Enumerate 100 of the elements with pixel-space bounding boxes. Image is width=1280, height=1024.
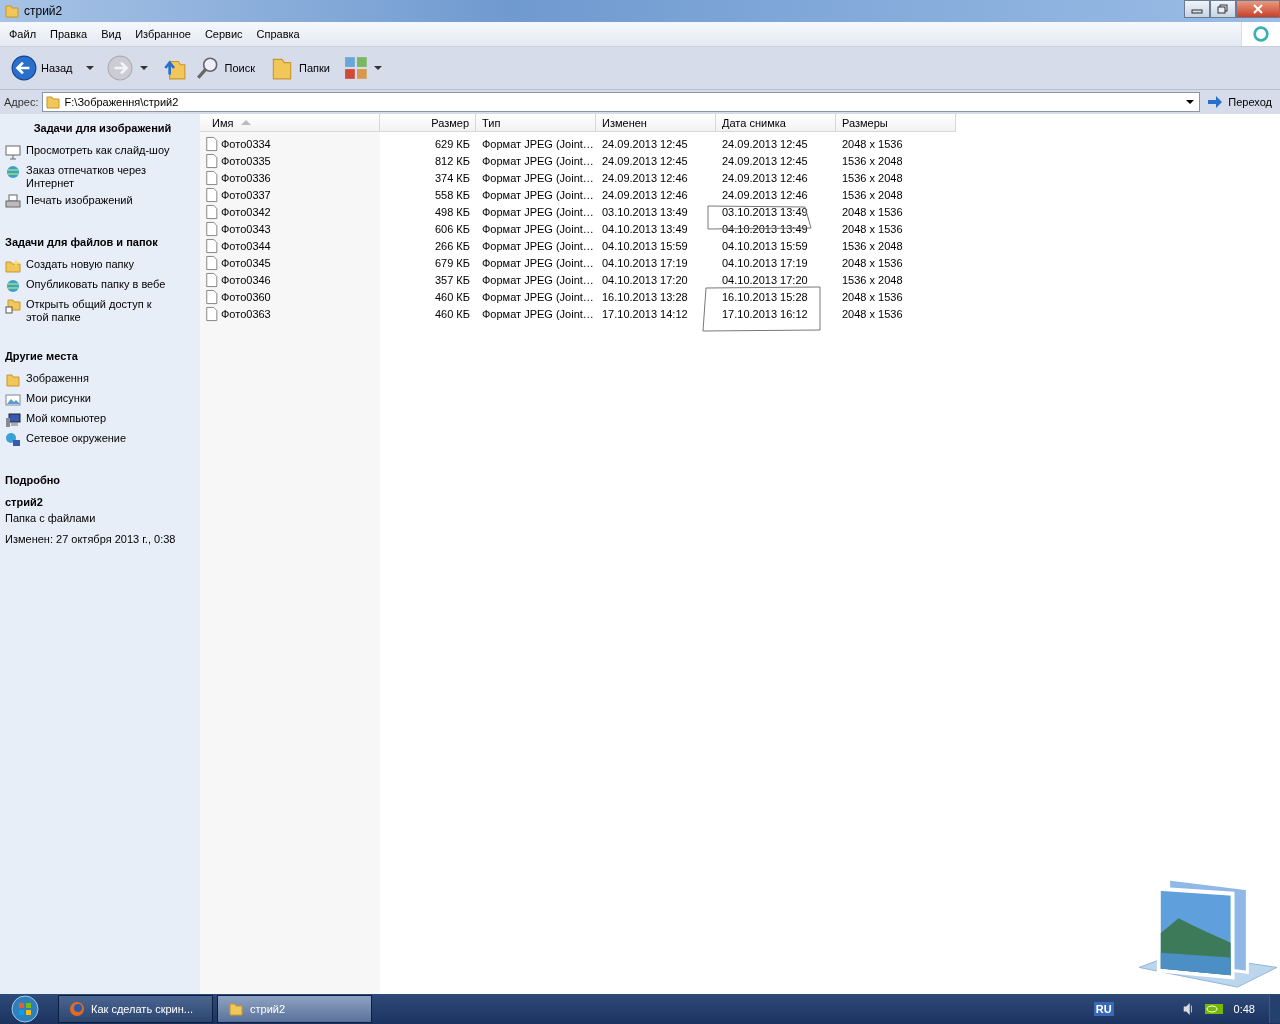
- table-cell-text: 17.10.2013 14:12: [601, 307, 689, 320]
- table-cell-text: 24.09.2013 12:45: [721, 137, 809, 150]
- section-title: Задачи для файлов и папок: [5, 236, 159, 248]
- folder-name: стрий2: [5, 496, 44, 508]
- task-link[interactable]: Заказ отпечатков через Интернет: [26, 164, 176, 190]
- file-icon: [205, 271, 219, 288]
- table-cell-text: 24.09.2013 12:46: [721, 188, 809, 201]
- file-name[interactable]: Фото0363: [221, 307, 271, 320]
- file-name[interactable]: Фото0342: [221, 205, 271, 218]
- column-header[interactable]: Дата снимка: [716, 114, 836, 132]
- table-cell-text: 2048 x 1536: [841, 290, 904, 303]
- new-folder-icon: [5, 258, 21, 274]
- task-link[interactable]: Печать изображений: [26, 194, 133, 207]
- file-name[interactable]: Фото0345: [221, 256, 271, 269]
- language-indicator[interactable]: RU: [1093, 1002, 1114, 1016]
- file-name[interactable]: Фото0346: [221, 273, 271, 286]
- search-button[interactable]: Поиск: [191, 53, 264, 83]
- globe-icon: [5, 164, 21, 180]
- table-cell-text: 374 КБ: [433, 171, 471, 184]
- file-icon: [205, 186, 219, 203]
- folders-button[interactable]: Папки: [266, 53, 339, 83]
- table-cell-text: 04.10.2013 17:20: [601, 273, 689, 286]
- caret-icon[interactable]: [85, 64, 94, 72]
- caret-icon[interactable]: [139, 64, 148, 72]
- file-icon: [205, 169, 219, 186]
- section-title: Задачи для изображений: [33, 122, 172, 134]
- table-cell-text: 679 КБ: [433, 256, 471, 269]
- task-link[interactable]: Создать новую папку: [26, 258, 134, 271]
- task-link[interactable]: Открыть общий доступ к этой папке: [26, 298, 176, 324]
- file-icon: [205, 288, 219, 305]
- table-cell-text: 460 КБ: [433, 290, 471, 303]
- window-title: стрий2: [24, 4, 63, 18]
- clock[interactable]: 0:48: [1233, 1003, 1255, 1015]
- file-name[interactable]: Фото0360: [221, 290, 271, 303]
- table-cell-text: 24.09.2013 12:46: [601, 171, 689, 184]
- column-header[interactable]: Размер: [380, 114, 476, 132]
- table-cell-text: 04.10.2013 15:59: [721, 239, 809, 252]
- picture-icon: [5, 392, 21, 408]
- folder-icon: [228, 1001, 244, 1017]
- table-cell-text: 04.10.2013 17:19: [601, 256, 689, 269]
- table-cell-text: Формат JPEG (Joint…: [481, 239, 595, 252]
- folder-type: Папка с файлами: [5, 512, 97, 524]
- file-name[interactable]: Фото0335: [221, 154, 271, 167]
- table-cell-text: 812 КБ: [433, 154, 471, 167]
- restore-button[interactable]: [1210, 0, 1236, 18]
- restore-icon: [1217, 4, 1229, 14]
- table-cell-text: Формат JPEG (Joint…: [481, 154, 595, 167]
- task-link[interactable]: Сетевое окружение: [26, 432, 127, 445]
- task-link[interactable]: Зображення: [26, 372, 89, 385]
- file-name[interactable]: Фото0344: [221, 239, 271, 252]
- column-header[interactable]: Изменен: [596, 114, 716, 132]
- taskbar-button[interactable]: стрий2: [217, 995, 372, 1023]
- table-cell-text: 04.10.2013 13:49: [721, 222, 809, 235]
- column-header[interactable]: Размеры: [836, 114, 956, 132]
- menu-item[interactable]: Вид: [94, 28, 129, 40]
- table-cell-text: 460 КБ: [433, 307, 471, 320]
- file-name[interactable]: Фото0334: [221, 137, 271, 150]
- printer-icon: [5, 194, 21, 210]
- task-link[interactable]: Опубликовать папку в вебе: [26, 278, 166, 291]
- folder-icon: [4, 3, 20, 19]
- file-name[interactable]: Фото0336: [221, 171, 271, 184]
- address-field[interactable]: F:\Зображення\стрий2: [41, 92, 1201, 112]
- menu-item[interactable]: Справка: [249, 28, 307, 40]
- task-link[interactable]: Просмотреть как слайд-шоу: [26, 144, 170, 157]
- column-header[interactable]: Тип: [476, 114, 596, 132]
- column-header[interactable]: Имя: [200, 114, 380, 132]
- network-icon: [5, 432, 21, 448]
- modified-date: Изменен: 27 октября 2013 г., 0:38: [5, 533, 177, 545]
- shared-folder-icon: [5, 298, 21, 314]
- folder-icon: [5, 372, 21, 388]
- task-link[interactable]: Мои рисунки: [26, 392, 91, 405]
- dropdown-caret-icon[interactable]: [1186, 98, 1195, 106]
- table-cell-text: 2048 x 1536: [841, 205, 904, 218]
- menu-item[interactable]: Избранное: [128, 28, 198, 40]
- minimize-button[interactable]: [1184, 0, 1210, 18]
- file-icon: [205, 152, 219, 169]
- address-label: Адрес:: [4, 96, 39, 108]
- table-cell-text: 24.09.2013 12:45: [601, 137, 689, 150]
- screen-icon: [5, 144, 21, 160]
- file-name[interactable]: Фото0343: [221, 222, 271, 235]
- menu-item[interactable]: Сервис: [197, 28, 250, 40]
- go-button[interactable]: Переход: [1203, 91, 1280, 113]
- table-cell-text: 629 КБ: [433, 137, 471, 150]
- table-cell-text: 04.10.2013 15:59: [601, 239, 689, 252]
- graphics-driver-icon[interactable]: [1203, 1002, 1224, 1016]
- caret-icon[interactable]: [373, 64, 382, 72]
- table-cell-text: 357 КБ: [433, 273, 471, 286]
- speaker-icon[interactable]: [1181, 1002, 1194, 1016]
- close-button[interactable]: [1236, 0, 1280, 18]
- menu-item[interactable]: Правка: [43, 28, 95, 40]
- file-name[interactable]: Фото0337: [221, 188, 271, 201]
- task-link[interactable]: Мой компьютер: [26, 412, 107, 425]
- computer-icon: [5, 412, 21, 428]
- taskbar-button[interactable]: Как сделать скрин...: [58, 995, 213, 1023]
- table-cell-text: Формат JPEG (Joint…: [481, 256, 595, 269]
- file-icon: [205, 237, 219, 254]
- table-cell-text: 24.09.2013 12:46: [601, 188, 689, 201]
- section-title: Подробно: [5, 474, 62, 486]
- menu-item[interactable]: Файл: [2, 28, 44, 40]
- back-button[interactable]: Назад: [8, 53, 82, 83]
